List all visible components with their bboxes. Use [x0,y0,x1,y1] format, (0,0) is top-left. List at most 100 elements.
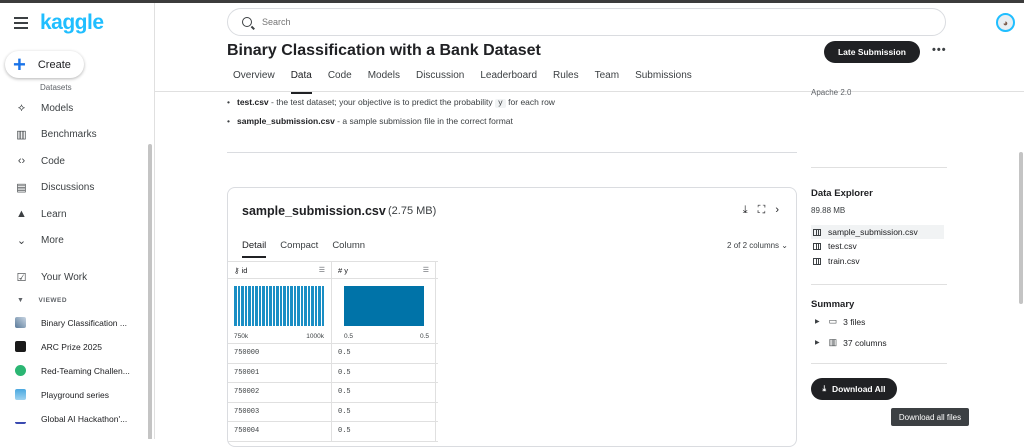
column-header-y[interactable]: # y ☰ [332,262,436,278]
file-item-sample-submission[interactable]: sample_submission.csv [811,225,944,239]
panel-divider [811,284,947,285]
sidebar-item-label: Discussions [41,182,95,194]
histogram-row: 750k 1000k 0.5 0.5 [228,279,438,344]
sidebar-item-your-work[interactable]: ☑ Your Work [0,264,150,291]
sidebar-item-learn[interactable]: ▲ Learn [0,201,150,228]
histogram-bar [290,286,293,326]
table-cell: 750001 [228,363,332,382]
columns-count: 2 of 2 columns [727,241,780,250]
more-options-icon[interactable]: ••• [932,44,947,56]
histogram-bar [307,286,310,326]
your-work-icon: ☑ [16,271,27,284]
viewed-item-label: Global AI Hackathon'... [41,413,128,424]
header-divider [155,91,1024,92]
viewed-item[interactable]: Binary Classification ... [0,311,150,335]
search-icon [242,17,252,27]
histogram-bar [283,286,286,326]
columns-selector[interactable]: 2 of 2 columns ⌄ [727,241,788,250]
sidebar-nav: Datasets ⟡ Models ▥ Benchmarks ‹› Code ▤… [0,83,150,431]
avatar[interactable]: ◕ [996,13,1015,32]
license-text: Apache 2.0 [811,88,852,97]
tab-column[interactable]: Column [332,240,365,258]
histogram-bar [244,286,247,326]
sidebar-item-benchmarks[interactable]: ▥ Benchmarks [0,122,150,149]
search-input[interactable] [262,17,862,27]
summary-columns-label: 37 columns [843,337,887,348]
viewed-item[interactable]: Red-Teaming Challen... [0,359,150,383]
viewed-item-label: ARC Prize 2025 [41,341,102,352]
table-cell: 0.5 [332,422,436,441]
histogram-min-label: 0.5 [344,333,354,340]
file-item-label: test.csv [828,241,857,251]
sidebar-item-code[interactable]: ‹› Code [0,148,150,175]
histogram-bar [234,286,237,326]
download-all-button[interactable]: ⤓ Download All [811,378,897,400]
download-icon[interactable]: ⤓ [743,204,748,217]
summary-files[interactable]: ▶ ▭ 3 files [815,316,865,327]
file-item-train[interactable]: train.csv [811,254,944,268]
main-scrollbar[interactable] [1019,152,1023,304]
sidebar-item-label: Code [41,155,65,167]
sort-icon[interactable]: ☰ [319,266,325,274]
summary-files-label: 3 files [843,316,866,327]
description-text: for each row [505,97,555,107]
search-bar[interactable] [227,8,946,36]
viewed-item[interactable]: ARC Prize 2025 [0,335,150,359]
histogram-bar [276,286,279,326]
caret-down-icon: ▼ [17,297,25,304]
file-item-test[interactable]: test.csv [811,239,944,253]
viewed-item[interactable]: Global AI Hackathon'... [0,407,150,431]
sidebar-item-label: Benchmarks [41,129,97,141]
file-actions: ⤓ ⛶ › [743,204,779,217]
sort-icon[interactable]: ☰ [423,266,429,274]
expand-arrow-icon: ▶ [815,319,820,325]
sidebar-item-datasets-partial[interactable]: Datasets [0,83,150,95]
late-submission-button[interactable]: Late Submission [824,41,920,63]
sidebar: kaggle + Create Datasets ⟡ Models ▥ Benc… [0,3,155,439]
table-file-icon [813,242,821,250]
histogram-bar [297,286,300,326]
competition-thumbnail [15,317,26,328]
learn-icon: ▲ [16,208,27,221]
tab-compact[interactable]: Compact [280,240,318,258]
fullscreen-icon[interactable]: ⛶ [758,204,766,217]
viewed-item[interactable]: Playground series [0,383,150,407]
list-item: sample_submission.csv - a sample submiss… [227,115,555,134]
table-row: 750001 0.5 [228,363,438,383]
numeric-icon: # [338,265,343,275]
histogram-bar [251,286,254,326]
table-row: 750002 0.5 [228,383,438,403]
view-tabs: Detail Compact Column [242,240,379,258]
histogram-bar [258,286,261,326]
chevron-down-icon: ⌄ [16,235,27,248]
table-cell: 0.5 [332,363,436,382]
create-label: Create [37,58,71,71]
histogram-bar [269,286,272,326]
tab-detail[interactable]: Detail [242,240,267,258]
sidebar-item-models[interactable]: ⟡ Models [0,95,150,122]
id-histogram: 750k 1000k [228,279,332,343]
hamburger-menu-icon[interactable] [14,17,28,29]
viewed-label: VIEWED [38,297,68,304]
sidebar-item-discussions[interactable]: ▤ Discussions [0,175,150,202]
table-row: 750003 0.5 [228,402,438,422]
chevron-right-icon[interactable]: › [775,204,779,217]
download-all-label: Download All [832,384,886,394]
histogram-max-label: 1000k [306,333,324,340]
file-description-list: test.csv - the test dataset; your object… [227,96,555,134]
histogram-bar [311,286,314,326]
summary-columns[interactable]: ▶ ▥ 37 columns [815,337,887,348]
sidebar-item-label: Your Work [41,271,88,283]
table-cell: 0.5 [332,344,436,363]
column-header-id[interactable]: ⚷ id ☰ [228,262,332,278]
sidebar-item-more[interactable]: ⌄ More [0,228,150,255]
viewed-section-header[interactable]: ▼ VIEWED [0,291,150,311]
data-table: ⚷ id ☰ # y ☰ 750k 1000k 0.5 0.5 750000 0… [228,261,438,442]
kaggle-logo[interactable]: kaggle [40,11,104,35]
chevron-down-icon: ⌄ [781,241,788,250]
data-explorer-title: Data Explorer [811,188,873,199]
sidebar-scrollbar[interactable] [148,144,152,439]
histogram-bar [279,286,282,326]
create-button[interactable]: + Create [5,51,84,78]
histogram-bar [304,286,307,326]
